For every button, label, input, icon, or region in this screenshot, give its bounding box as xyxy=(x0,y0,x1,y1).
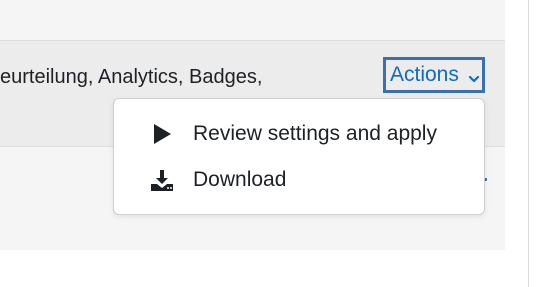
play-icon xyxy=(150,122,174,146)
menu-item-review-settings[interactable]: Review settings and apply xyxy=(114,113,484,155)
chevron-down-icon xyxy=(467,68,481,83)
menu-item-label: Review settings and apply xyxy=(193,122,437,145)
actions-button-label: Actions xyxy=(390,63,459,86)
menu-item-download[interactable]: Download xyxy=(114,159,484,201)
menu-item-label: Download xyxy=(193,168,287,191)
actions-dropdown-menu: Review settings and apply Download xyxy=(113,98,485,215)
scrollbar-track xyxy=(528,0,529,287)
row-description: eurteilung, Analytics, Badges, xyxy=(0,66,263,88)
download-icon xyxy=(150,168,174,192)
actions-button[interactable]: Actions xyxy=(383,57,485,93)
